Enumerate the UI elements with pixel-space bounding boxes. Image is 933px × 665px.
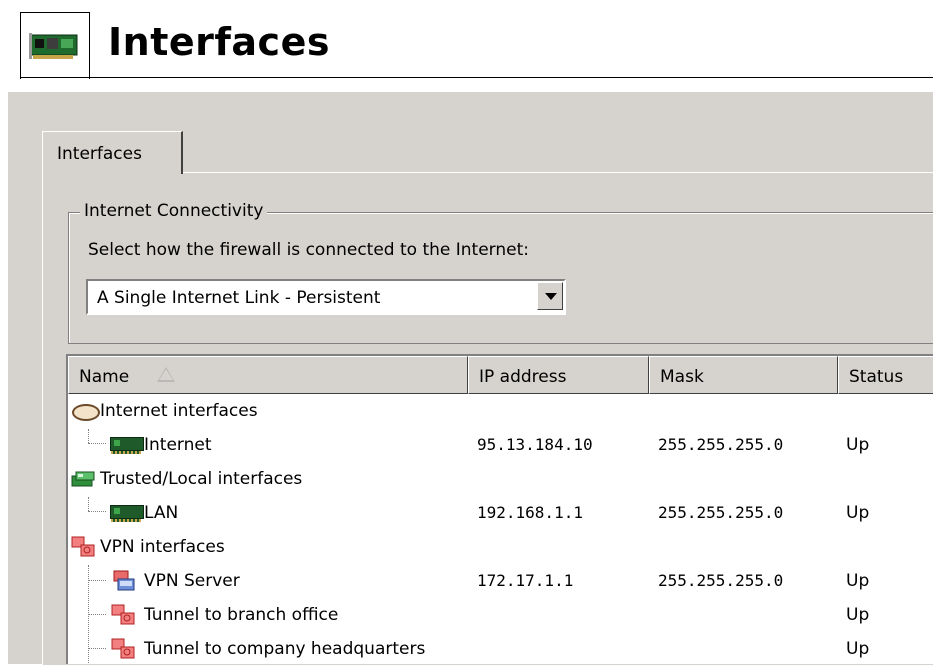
group-legend: Internet Connectivity bbox=[80, 201, 268, 221]
row-name: Trusted/Local interfaces bbox=[100, 469, 303, 489]
network-card-icon bbox=[110, 437, 144, 454]
row-name: Internet bbox=[144, 435, 212, 455]
column-header-mask[interactable]: Mask bbox=[649, 356, 838, 394]
connection-type-select[interactable]: A Single Internet Link - Persistent bbox=[86, 279, 566, 315]
row-name: LAN bbox=[144, 503, 179, 523]
row-name: Tunnel to company headquarters bbox=[144, 639, 426, 659]
header-icon-frame bbox=[20, 12, 90, 79]
table-row[interactable]: Trusted/Local interfaces bbox=[68, 462, 933, 496]
tab-label: Interfaces bbox=[57, 144, 142, 164]
dropdown-button[interactable] bbox=[537, 282, 563, 310]
row-status: Up bbox=[846, 571, 870, 591]
row-ip: 192.168.1.1 bbox=[477, 503, 583, 522]
connectivity-prompt: Select how the firewall is connected to … bbox=[88, 240, 529, 260]
column-header-name[interactable]: Name bbox=[68, 356, 468, 394]
table-row[interactable]: Internet interfaces bbox=[68, 394, 933, 428]
row-mask: 255.255.255.0 bbox=[658, 435, 784, 454]
row-name: Internet interfaces bbox=[100, 401, 258, 421]
network-card-icon bbox=[110, 505, 144, 522]
table-row[interactable]: Tunnel to company headquarters Up bbox=[68, 632, 933, 664]
row-status: Up bbox=[846, 503, 870, 523]
row-name: VPN interfaces bbox=[100, 537, 225, 557]
row-ip: 172.17.1.1 bbox=[477, 571, 574, 590]
column-header-status[interactable]: Status bbox=[838, 356, 933, 394]
row-status: Up bbox=[846, 605, 870, 625]
column-label: Status bbox=[849, 367, 904, 387]
row-status: Up bbox=[846, 639, 870, 659]
header-divider bbox=[20, 77, 933, 78]
vpn-icon bbox=[71, 536, 95, 557]
table-row[interactable]: Tunnel to branch office Up bbox=[68, 598, 933, 632]
column-label: IP address bbox=[479, 367, 567, 387]
table-row[interactable]: VPN Server 172.17.1.1 255.255.255.0 Up bbox=[68, 564, 933, 598]
column-header-ip[interactable]: IP address bbox=[468, 356, 649, 394]
tab-interfaces[interactable]: Interfaces bbox=[42, 131, 183, 174]
network-card-icon bbox=[29, 33, 78, 59]
table-header: Name IP address Mask Status bbox=[68, 356, 933, 394]
vpn-server-icon bbox=[113, 570, 135, 591]
row-name: Tunnel to branch office bbox=[144, 605, 339, 625]
page-header: Interfaces bbox=[0, 0, 933, 92]
column-label: Name bbox=[79, 367, 130, 387]
row-mask: 255.255.255.0 bbox=[658, 503, 784, 522]
column-label: Mask bbox=[660, 367, 704, 387]
connection-type-value: A Single Internet Link - Persistent bbox=[97, 288, 381, 308]
cloud-icon bbox=[72, 404, 100, 421]
sort-ascending-icon bbox=[157, 367, 175, 382]
row-mask: 255.255.255.0 bbox=[658, 571, 784, 590]
interfaces-table: Name IP address Mask Status Internet int… bbox=[66, 354, 933, 664]
row-name: VPN Server bbox=[144, 571, 240, 591]
chevron-down-icon bbox=[545, 293, 557, 300]
internet-connectivity-group bbox=[68, 212, 933, 344]
row-status: Up bbox=[846, 435, 870, 455]
vpn-tunnel-icon bbox=[111, 604, 135, 625]
row-ip: 95.13.184.10 bbox=[477, 435, 593, 454]
table-row[interactable]: VPN interfaces bbox=[68, 530, 933, 564]
vpn-tunnel-icon bbox=[111, 638, 135, 659]
table-row[interactable]: LAN 192.168.1.1 255.255.255.0 Up bbox=[68, 496, 933, 530]
trusted-network-icon bbox=[71, 471, 95, 487]
table-row[interactable]: Internet 95.13.184.10 255.255.255.0 Up bbox=[68, 428, 933, 462]
page-title: Interfaces bbox=[108, 20, 330, 64]
